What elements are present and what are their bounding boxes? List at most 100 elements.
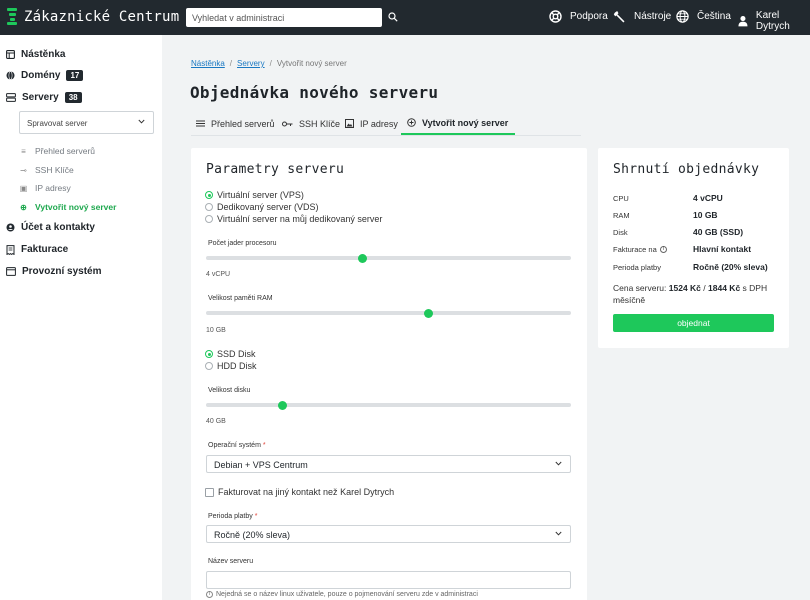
period-select[interactable]: Ročně (20% sleva) — [206, 525, 571, 543]
disk-slider[interactable] — [206, 400, 571, 410]
sidebar-item-server-overview[interactable]: ≡ Přehled serverů — [19, 146, 95, 156]
order-button[interactable]: objednat — [613, 314, 774, 332]
period-label-text: Perioda platby — [208, 513, 253, 520]
breadcrumb-dashboard[interactable]: Nástěnka — [191, 59, 225, 68]
nav-dashboard-label: Nástěnka — [21, 49, 66, 60]
domains-count-badge: 17 — [66, 70, 84, 81]
ram-slider-thumb[interactable] — [424, 308, 434, 318]
logo[interactable]: Zákaznické Centrum — [7, 8, 179, 25]
account-icon — [6, 223, 15, 232]
sidebar-item-label: SSH Klíče — [35, 165, 74, 175]
radio-indicator — [205, 203, 213, 211]
price-info: Cena serveru: 1524 Kč / 1844 Kč s DPH mě… — [613, 282, 773, 306]
summary-value-cpu: 4 vCPU — [693, 193, 723, 203]
cpu-slider[interactable] — [206, 253, 571, 263]
summary-row-disk: Disk — [613, 228, 628, 237]
price-prefix: Cena serveru: — [613, 283, 667, 293]
cpu-slider-thumb[interactable] — [358, 253, 368, 263]
required-mark: * — [254, 513, 258, 520]
nav-invoices[interactable]: Fakturace — [6, 244, 68, 255]
chevron-down-icon — [138, 119, 145, 124]
nav-account[interactable]: Účet a kontakty — [6, 222, 95, 233]
price-monthly: 1524 Kč — [668, 283, 701, 293]
cpu-value: 4 vCPU — [206, 271, 231, 278]
summary-row-period: Perioda platby — [613, 263, 661, 272]
chevron-down-icon — [555, 531, 562, 536]
os-select[interactable]: Debian + VPS Centrum — [206, 455, 571, 473]
manage-server-select-value: Spravovat server — [27, 119, 88, 128]
top-bar: Zákaznické Centrum Podpora Nástroje Češt… — [0, 0, 810, 35]
window-icon — [6, 267, 16, 276]
tab-ip-addresses[interactable]: IP adresy — [345, 112, 398, 135]
tab-label: Vytvořit nový server — [422, 117, 509, 128]
disk-ssd-radio[interactable]: SSD Disk — [205, 349, 256, 359]
summary-label: Perioda platby — [613, 263, 661, 272]
radio-indicator — [205, 362, 213, 370]
globe-icon — [6, 71, 15, 80]
price-separator: / — [703, 283, 706, 293]
disk-slider-thumb[interactable] — [278, 400, 288, 410]
sidebar-item-create-server[interactable]: ⊕ Vytvořit nový server — [19, 202, 116, 212]
breadcrumb-current: Vytvořit nový server — [276, 59, 347, 68]
globe-icon — [676, 10, 689, 23]
info-icon[interactable]: i — [659, 246, 667, 253]
tools-link[interactable]: Nástroje — [613, 10, 671, 23]
tab-ssh-keys[interactable]: SSH Klíče — [282, 112, 340, 135]
server-type-vds-radio[interactable]: Dedikovaný server (VDS) — [205, 202, 319, 212]
breadcrumb-servers[interactable]: Servery — [237, 59, 265, 68]
nav-system-label: Provozní systém — [22, 266, 102, 277]
user-name: Karel Dytrych — [755, 10, 790, 32]
tab-create-server[interactable]: Vytvořit nový server — [401, 112, 516, 135]
tab-server-overview[interactable]: Přehled serverů — [196, 112, 275, 135]
summary-row-ram: RAM — [613, 211, 630, 220]
chevron-down-icon — [555, 461, 562, 466]
radio-indicator — [205, 191, 213, 199]
server-icon — [6, 93, 16, 102]
server-name-input[interactable] — [206, 571, 571, 589]
plus-circle-icon: ⊕ — [20, 202, 27, 212]
search-input[interactable] — [186, 8, 382, 27]
lifebuoy-icon — [549, 10, 562, 23]
dashboard-icon — [6, 50, 15, 59]
summary-label: Fakturace na — [613, 245, 657, 254]
sidebar-item-ssh-keys[interactable]: ⊸ SSH Klíče — [19, 165, 74, 175]
server-type-vps-radio[interactable]: Virtuální server (VPS) — [205, 190, 304, 200]
summary-value-period: Ročně (20% sleva) — [693, 262, 768, 272]
key-icon: ⊸ — [20, 165, 27, 175]
wrench-icon — [613, 11, 625, 23]
nav-servers-label: Servery — [22, 92, 59, 103]
nav-system[interactable]: Provozní systém — [6, 266, 101, 277]
radio-indicator — [205, 350, 213, 358]
language-switch[interactable]: Čeština — [676, 10, 731, 23]
other-contact-checkbox[interactable]: Fakturovat na jiný kontakt než Karel Dyt… — [205, 487, 394, 497]
disk-hdd-radio[interactable]: HDD Disk — [205, 361, 257, 371]
period-select-value: Ročně (20% sleva) — [214, 530, 291, 540]
ram-slider-label: Velikost paměti RAM — [208, 295, 273, 302]
price-vat: 1844 Kč — [708, 283, 741, 293]
logo-icon — [7, 8, 17, 25]
search-icon[interactable] — [388, 12, 398, 22]
user-menu[interactable]: Karel Dytrych — [738, 10, 810, 32]
support-link[interactable]: Podpora — [549, 10, 608, 23]
sidebar-item-label: Vytvořit nový server — [35, 202, 117, 212]
servers-count-badge: 38 — [64, 92, 82, 103]
image-icon — [345, 119, 354, 128]
info-icon: i — [206, 591, 213, 598]
checkbox-box[interactable] — [205, 487, 214, 497]
sidebar: Nástěnka Domény 17 Servery 38 Spravovat … — [0, 35, 162, 600]
summary-value-billing: Hlavní kontakt — [693, 244, 752, 254]
nav-domains[interactable]: Domény 17 — [6, 70, 84, 81]
server-name-label: Název serveru — [208, 558, 254, 565]
tabs: Přehled serverů SSH Klíče IP adresy Vytv… — [191, 112, 571, 136]
sidebar-item-label: Přehled serverů — [35, 146, 96, 156]
breadcrumb-separator: / — [269, 59, 272, 68]
manage-server-select[interactable]: Spravovat server — [19, 111, 154, 134]
sidebar-item-ip-addresses[interactable]: ▣ IP adresy — [19, 183, 71, 193]
summary-title: Shrnutí objednávky — [613, 162, 760, 177]
nav-dashboard[interactable]: Nástěnka — [6, 49, 65, 60]
ram-value: 10 GB — [206, 327, 226, 334]
nav-servers[interactable]: Servery 38 — [6, 92, 82, 103]
summary-value-disk: 40 GB (SSD) — [693, 227, 744, 237]
server-type-own-dedicated-radio[interactable]: Virtuální server na můj dedikovaný serve… — [205, 214, 382, 224]
ram-slider[interactable] — [206, 308, 571, 318]
